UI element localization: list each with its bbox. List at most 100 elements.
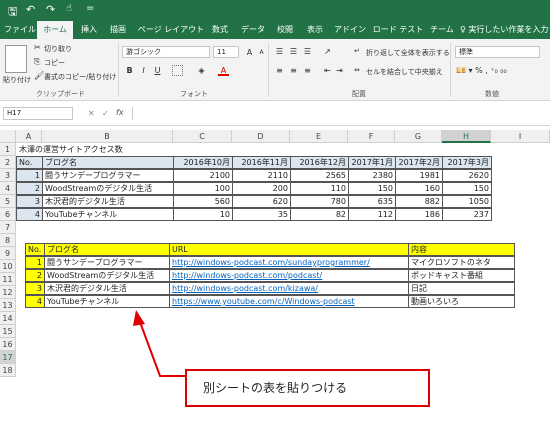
table2-cell[interactable]: 闘うサンデープログラマー [44, 256, 170, 269]
row-header[interactable]: 16 [0, 338, 16, 351]
column-header[interactable]: F [348, 130, 395, 143]
row-header[interactable]: 3 [0, 169, 16, 182]
accounting-format-icon[interactable]: 💴 ▾ % , ⁺₀ ₀₀ [456, 66, 507, 75]
column-header[interactable]: C [173, 130, 232, 143]
enter-icon[interactable]: ✓ [102, 109, 109, 118]
column-header[interactable]: D [232, 130, 290, 143]
row-header[interactable]: 13 [0, 299, 16, 312]
select-all-corner[interactable] [0, 130, 16, 143]
cancel-icon[interactable]: ✕ [88, 109, 95, 118]
shrink-font-button[interactable]: A [256, 47, 267, 58]
tab-home[interactable]: ホーム [37, 21, 73, 39]
tab-view[interactable]: 表示 [303, 21, 327, 39]
row-header[interactable]: 1 [0, 143, 16, 156]
undo-icon[interactable]: ↶ [26, 3, 35, 16]
table2-header[interactable]: URL [169, 243, 409, 256]
column-header[interactable]: A [16, 130, 42, 143]
table2-cell[interactable]: 3 [25, 282, 45, 295]
table2-cell[interactable]: 1 [25, 256, 45, 269]
row-header[interactable]: 15 [0, 325, 16, 338]
column-header[interactable]: G [395, 130, 442, 143]
table1-cell[interactable]: 150 [348, 182, 396, 195]
formula-input[interactable] [132, 107, 548, 120]
merge-center-button[interactable]: セルを結合して中央揃え [366, 67, 443, 77]
row-header[interactable]: 6 [0, 208, 16, 221]
table1-cell[interactable]: YouTubeチャンネル [42, 208, 174, 221]
tab-page-layout[interactable]: ページ レイアウト [137, 21, 205, 39]
align-top-icon[interactable]: ☰ [274, 46, 285, 57]
touch-mode-icon[interactable]: ☝ [66, 3, 72, 14]
tab-draw[interactable]: 描画 [106, 21, 130, 39]
column-header[interactable]: H [442, 130, 491, 143]
table1-cell[interactable]: 186 [395, 208, 443, 221]
table1-cell[interactable]: 200 [232, 182, 291, 195]
table2-header[interactable]: 内容 [408, 243, 515, 256]
row-header[interactable]: 11 [0, 273, 16, 286]
fill-color-icon[interactable]: ◈ [196, 65, 207, 76]
table1-cell[interactable]: 882 [395, 195, 443, 208]
format-painter-button[interactable]: 書式のコピー/貼り付け [44, 72, 116, 82]
grow-font-button[interactable]: A [244, 47, 255, 58]
table1-header[interactable]: 2017年2月 [395, 156, 443, 169]
column-header[interactable]: E [290, 130, 348, 143]
table1-cell[interactable]: 112 [348, 208, 396, 221]
row-header[interactable]: 7 [0, 221, 16, 234]
row-header[interactable]: 4 [0, 182, 16, 195]
font-color-button[interactable]: A [218, 65, 229, 76]
table1-cell[interactable]: 2100 [173, 169, 233, 182]
table2-cell[interactable]: 2 [25, 269, 45, 282]
table1-header[interactable]: 2016年11月 [232, 156, 291, 169]
row-header[interactable]: 2 [0, 156, 16, 169]
cut-button[interactable]: 切り取り [44, 44, 72, 54]
row-header[interactable]: 18 [0, 364, 16, 377]
table2-url-link[interactable]: http://windows-podcast.com/sundayprogram… [169, 256, 409, 269]
table1-cell[interactable]: 10 [173, 208, 233, 221]
redo-icon[interactable]: ↷ [46, 3, 55, 16]
italic-button[interactable]: I [138, 65, 149, 76]
row-header[interactable]: 5 [0, 195, 16, 208]
table2-cell[interactable]: 4 [25, 295, 45, 308]
decrease-indent-icon[interactable]: ⇤ [322, 65, 333, 76]
tell-me-box[interactable]: ♀ 実行したい作業を入力 [460, 21, 548, 39]
table1-cell[interactable]: 1050 [442, 195, 492, 208]
table1-cell[interactable]: 780 [290, 195, 349, 208]
table1-cell[interactable]: 2380 [348, 169, 396, 182]
align-right-icon[interactable]: ≡ [302, 65, 313, 76]
table2-cell[interactable]: 木沢君的デジタル生活 [44, 282, 170, 295]
align-left-icon[interactable]: ≡ [274, 65, 285, 76]
name-box[interactable]: H17 [3, 107, 73, 120]
table1-cell[interactable]: 2565 [290, 169, 349, 182]
align-middle-icon[interactable]: ☰ [288, 46, 299, 57]
table1-header[interactable]: 2016年12月 [290, 156, 349, 169]
table2-cell[interactable]: WoodStreamのデジタル生活 [44, 269, 170, 282]
tab-insert[interactable]: 挿入 [77, 21, 101, 39]
table1-header[interactable]: 2017年3月 [442, 156, 492, 169]
table1-cell[interactable]: 35 [232, 208, 291, 221]
table1-cell[interactable]: 2 [16, 182, 43, 195]
bold-button[interactable]: B [124, 65, 135, 76]
paste-button[interactable]: 貼り付け [3, 75, 31, 85]
table1-cell[interactable]: 4 [16, 208, 43, 221]
row-header[interactable]: 10 [0, 260, 16, 273]
column-header[interactable]: B [42, 130, 173, 143]
table2-header[interactable]: No. [25, 243, 45, 256]
table2-cell[interactable]: ポッドキャスト番組 [408, 269, 515, 282]
table1-header[interactable]: 2016年10月 [173, 156, 233, 169]
table1-cell[interactable]: 150 [442, 182, 492, 195]
borders-icon[interactable] [172, 65, 183, 76]
wrap-text-button[interactable]: 折り返して全体を表示する [366, 48, 450, 58]
table1-cell[interactable]: 2620 [442, 169, 492, 182]
increase-indent-icon[interactable]: ⇥ [334, 65, 345, 76]
font-size-select[interactable]: 11 [213, 46, 239, 58]
table2-url-link[interactable]: https://www.youtube.com/c/Windows-podcas… [169, 295, 409, 308]
table1-cell[interactable]: 3 [16, 195, 43, 208]
customize-quick-access-icon[interactable]: = [86, 3, 94, 14]
row-header[interactable]: 8 [0, 234, 16, 247]
table2-cell[interactable]: 動画いろいろ [408, 295, 515, 308]
table1-cell[interactable]: 110 [290, 182, 349, 195]
table2-cell[interactable]: 日記 [408, 282, 515, 295]
table1-cell[interactable]: 82 [290, 208, 349, 221]
table2-url-link[interactable]: http://windows-podcast.com/kizawa/ [169, 282, 409, 295]
table1-cell[interactable]: 100 [173, 182, 233, 195]
row-header[interactable]: 17 [0, 351, 16, 364]
